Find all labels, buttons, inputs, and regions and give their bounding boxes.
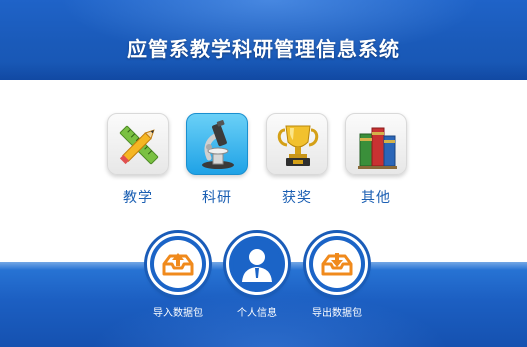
import-package-button[interactable] [147,233,209,295]
download-tray-icon [321,253,353,276]
module-awards-label: 获奖 [282,190,312,206]
trophy-icon [277,125,319,166]
export-package-button[interactable] [306,233,368,295]
export-package-label: 导出数据包 [312,308,362,319]
module-teaching-button[interactable] [107,113,169,175]
module-teaching-label: 教学 [123,190,153,206]
module-other-button[interactable] [345,113,407,175]
microscope-icon [202,120,234,169]
user-icon [242,249,272,282]
personal-info-button[interactable] [226,233,288,295]
module-research-label: 科研 [202,190,232,206]
module-research-button[interactable] [186,113,248,175]
books-icon [358,127,397,169]
ruler-pencil-icon [119,125,159,165]
page-title: 应管系教学科研管理信息系统 [127,37,400,61]
module-other-label: 其他 [361,190,391,206]
upload-tray-icon [162,253,194,276]
module-awards-button[interactable] [266,113,328,175]
